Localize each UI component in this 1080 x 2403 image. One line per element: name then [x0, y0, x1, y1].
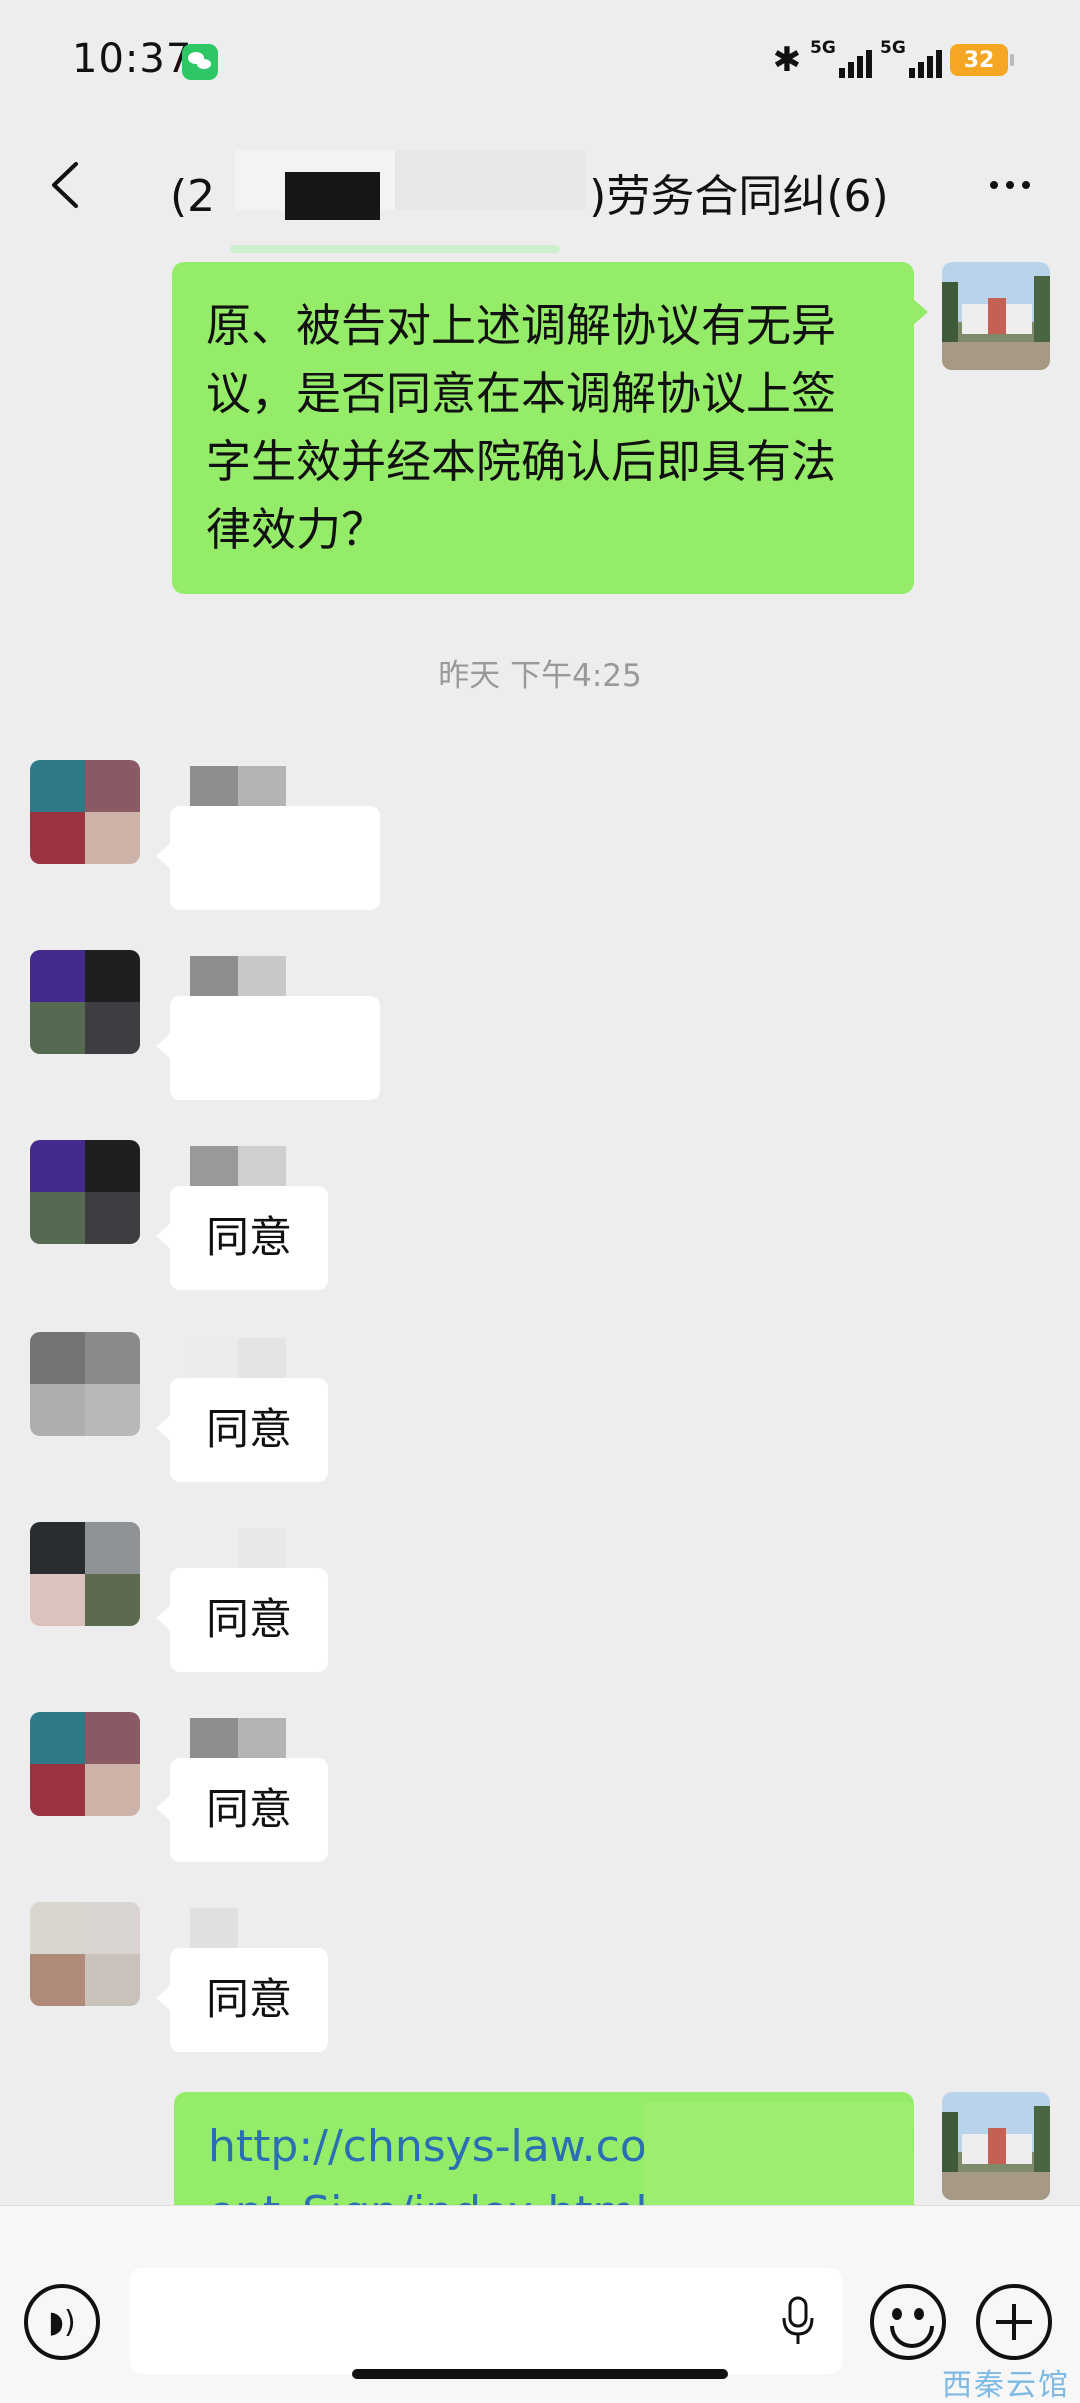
timestamp: 昨天 下午4:25	[438, 658, 642, 694]
avatar[interactable]	[942, 262, 1050, 370]
back-button[interactable]	[30, 150, 100, 220]
chat-header: (2)劳务合同纠(6)	[0, 120, 1080, 253]
building-photo-icon	[942, 2092, 1050, 2200]
watermark: 西秦云馆	[942, 2368, 1070, 2403]
message-incoming: 同意	[30, 1140, 730, 1300]
avatar[interactable]	[30, 1332, 140, 1436]
message-incoming: 同意	[30, 1902, 730, 2062]
plus-button[interactable]	[976, 2284, 1052, 2360]
avatar[interactable]	[30, 760, 140, 864]
message-outgoing: http://chnsys-law.com ent_Sign/index.htm…	[174, 2092, 1050, 2205]
message-incoming: 同意	[30, 1712, 730, 1872]
avatar[interactable]	[942, 2092, 1050, 2200]
microphone-icon[interactable]	[780, 2296, 816, 2346]
signal-icon: 5G	[880, 38, 942, 82]
avatar[interactable]	[30, 1902, 140, 2006]
message-bubble[interactable]: 同意	[156, 1186, 328, 1290]
voice-button[interactable]: ◗)	[24, 2284, 100, 2360]
message-bubble[interactable]	[156, 806, 380, 910]
status-icons: ✱ 5G 5G 32	[772, 38, 1014, 82]
message-incoming: 同意	[30, 1522, 730, 1682]
redaction	[395, 150, 585, 210]
message-outgoing: 原、被告对上述调解协议有无异议，是否同意在本调解协议上签字生效并经本院确认后即具…	[172, 262, 1050, 594]
battery-icon: 32	[950, 44, 1014, 76]
emoji-button[interactable]	[870, 2284, 946, 2360]
message-incoming	[30, 760, 730, 920]
status-bar: 10:37 ✱ 5G 5G 32	[0, 0, 1080, 120]
network-type-1: 5G	[810, 38, 836, 58]
redaction	[644, 2102, 914, 2205]
redaction	[285, 172, 380, 220]
home-indicator[interactable]	[352, 2369, 728, 2379]
network-type-2: 5G	[880, 38, 906, 58]
bluetooth-icon: ✱	[772, 40, 802, 80]
signal-icon: 5G	[810, 38, 872, 82]
chevron-left-icon	[52, 162, 78, 208]
message-incoming	[30, 950, 730, 1110]
more-button[interactable]	[970, 160, 1050, 210]
avatar[interactable]	[30, 1712, 140, 1816]
voice-icon: ◗)	[48, 2304, 76, 2340]
more-dots-icon	[990, 181, 998, 189]
message-bubble[interactable]	[156, 996, 380, 1100]
link-message-bubble[interactable]: http://chnsys-law.com ent_Sign/index.htm…	[174, 2092, 914, 2205]
avatar[interactable]	[30, 1140, 140, 1244]
message-bubble[interactable]: 同意	[156, 1378, 328, 1482]
avatar[interactable]	[30, 950, 140, 1054]
message-bubble[interactable]: 同意	[156, 1948, 328, 2052]
chat-title: (2)劳务合同纠(6)	[170, 150, 930, 253]
message-bubble[interactable]: 同意	[156, 1758, 328, 1862]
message-incoming: 同意	[30, 1332, 730, 1492]
status-time: 10:37	[72, 36, 193, 82]
wechat-icon	[182, 44, 218, 80]
message-input[interactable]	[130, 2268, 842, 2374]
building-photo-icon	[942, 262, 1050, 370]
chat-area[interactable]: 原、被告对上述调解协议有无异议，是否同意在本调解协议上签字生效并经本院确认后即具…	[0, 250, 1080, 2205]
message-bubble[interactable]: 原、被告对上述调解协议有无异议，是否同意在本调解协议上签字生效并经本院确认后即具…	[172, 262, 928, 594]
avatar[interactable]	[30, 1522, 140, 1626]
message-bubble[interactable]: 同意	[156, 1568, 328, 1672]
